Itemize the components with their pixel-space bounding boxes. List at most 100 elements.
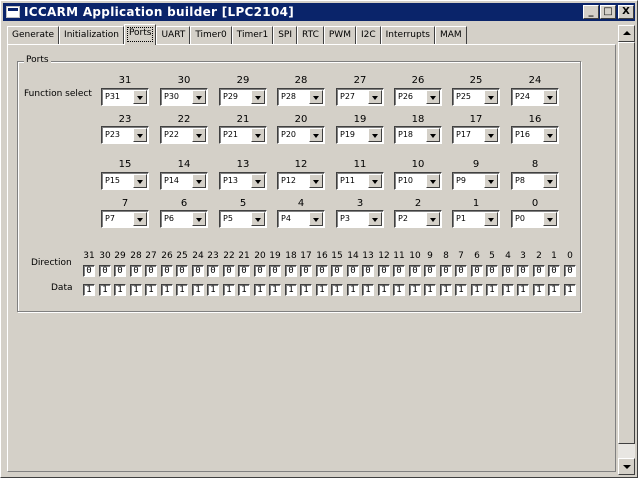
port-22-function-select[interactable]: P22 xyxy=(160,126,208,144)
port-7-function-select[interactable]: P7 xyxy=(101,210,149,228)
port-6-function-select[interactable]: P6 xyxy=(160,210,208,228)
port-11-function-select[interactable]: P11 xyxy=(336,172,384,190)
direction-bit-17[interactable]: 0 xyxy=(300,265,312,277)
direction-bit-13[interactable]: 0 xyxy=(362,265,374,277)
direction-bit-23[interactable]: 0 xyxy=(207,265,219,277)
direction-bit-3[interactable]: 0 xyxy=(517,265,529,277)
data-bit-19[interactable]: 1 xyxy=(269,284,281,296)
tab-rtc[interactable]: RTC xyxy=(297,26,324,45)
dropdown-arrow-icon[interactable] xyxy=(484,90,498,104)
data-bit-13[interactable]: 1 xyxy=(362,284,374,296)
close-button[interactable]: X xyxy=(618,5,634,19)
tab-timer1[interactable]: Timer1 xyxy=(231,26,274,45)
tab-mam[interactable]: MAM xyxy=(434,26,467,45)
direction-bit-30[interactable]: 0 xyxy=(99,265,111,277)
direction-bit-19[interactable]: 0 xyxy=(269,265,281,277)
direction-bit-31[interactable]: 0 xyxy=(83,265,95,277)
data-bit-23[interactable]: 1 xyxy=(207,284,219,296)
dropdown-arrow-icon[interactable] xyxy=(133,128,147,142)
data-bit-0[interactable]: 1 xyxy=(564,284,576,296)
data-bit-16[interactable]: 1 xyxy=(316,284,328,296)
port-30-function-select[interactable]: P30 xyxy=(160,88,208,106)
direction-bit-6[interactable]: 0 xyxy=(471,265,483,277)
data-bit-27[interactable]: 1 xyxy=(145,284,157,296)
port-20-function-select[interactable]: P20 xyxy=(277,126,325,144)
dropdown-arrow-icon[interactable] xyxy=(192,174,206,188)
data-bit-24[interactable]: 1 xyxy=(192,284,204,296)
dropdown-arrow-icon[interactable] xyxy=(426,128,440,142)
title-bar[interactable]: ICCARM Application builder [LPC2104] _ □… xyxy=(3,3,635,21)
data-bit-20[interactable]: 1 xyxy=(254,284,266,296)
port-17-function-select[interactable]: P17 xyxy=(452,126,500,144)
data-bit-3[interactable]: 1 xyxy=(517,284,529,296)
direction-bit-5[interactable]: 0 xyxy=(486,265,498,277)
port-26-function-select[interactable]: P26 xyxy=(394,88,442,106)
data-bit-30[interactable]: 1 xyxy=(99,284,111,296)
port-8-function-select[interactable]: P8 xyxy=(511,172,559,190)
dropdown-arrow-icon[interactable] xyxy=(192,90,206,104)
direction-bit-20[interactable]: 0 xyxy=(254,265,266,277)
dropdown-arrow-icon[interactable] xyxy=(133,174,147,188)
port-14-function-select[interactable]: P14 xyxy=(160,172,208,190)
scroll-thumb[interactable] xyxy=(618,42,635,444)
dropdown-arrow-icon[interactable] xyxy=(251,90,265,104)
data-bit-15[interactable]: 1 xyxy=(331,284,343,296)
tab-spi[interactable]: SPI xyxy=(273,26,298,45)
port-31-function-select[interactable]: P31 xyxy=(101,88,149,106)
port-0-function-select[interactable]: P0 xyxy=(511,210,559,228)
direction-bit-4[interactable]: 0 xyxy=(502,265,514,277)
port-21-function-select[interactable]: P21 xyxy=(219,126,267,144)
tab-pwm[interactable]: PWM xyxy=(323,26,356,45)
dropdown-arrow-icon[interactable] xyxy=(251,128,265,142)
port-12-function-select[interactable]: P12 xyxy=(277,172,325,190)
port-2-function-select[interactable]: P2 xyxy=(394,210,442,228)
data-bit-14[interactable]: 1 xyxy=(347,284,359,296)
tab-initialization[interactable]: Initialization xyxy=(59,26,124,45)
port-9-function-select[interactable]: P9 xyxy=(452,172,500,190)
data-bit-21[interactable]: 1 xyxy=(238,284,250,296)
data-bit-8[interactable]: 1 xyxy=(440,284,452,296)
tab-interrupts[interactable]: Interrupts xyxy=(380,26,435,45)
port-3-function-select[interactable]: P3 xyxy=(336,210,384,228)
scroll-down-button[interactable] xyxy=(618,458,635,475)
port-25-function-select[interactable]: P25 xyxy=(452,88,500,106)
tab-generate[interactable]: Generate xyxy=(7,26,60,45)
direction-bit-1[interactable]: 0 xyxy=(548,265,560,277)
dropdown-arrow-icon[interactable] xyxy=(309,128,323,142)
dropdown-arrow-icon[interactable] xyxy=(426,90,440,104)
dropdown-arrow-icon[interactable] xyxy=(309,90,323,104)
dropdown-arrow-icon[interactable] xyxy=(368,212,382,226)
minimize-button[interactable]: _ xyxy=(583,5,599,19)
maximize-button[interactable]: □ xyxy=(600,5,616,19)
dropdown-arrow-icon[interactable] xyxy=(426,212,440,226)
port-27-function-select[interactable]: P27 xyxy=(336,88,384,106)
port-29-function-select[interactable]: P29 xyxy=(219,88,267,106)
dropdown-arrow-icon[interactable] xyxy=(426,174,440,188)
data-bit-28[interactable]: 1 xyxy=(130,284,142,296)
dropdown-arrow-icon[interactable] xyxy=(543,90,557,104)
tab-uart[interactable]: UART xyxy=(156,26,191,45)
direction-bit-11[interactable]: 0 xyxy=(393,265,405,277)
direction-bit-28[interactable]: 0 xyxy=(130,265,142,277)
direction-bit-8[interactable]: 0 xyxy=(440,265,452,277)
port-18-function-select[interactable]: P18 xyxy=(394,126,442,144)
direction-bit-12[interactable]: 0 xyxy=(378,265,390,277)
port-23-function-select[interactable]: P23 xyxy=(101,126,149,144)
data-bit-6[interactable]: 1 xyxy=(471,284,483,296)
direction-bit-0[interactable]: 0 xyxy=(564,265,576,277)
vertical-scrollbar[interactable] xyxy=(618,25,635,475)
port-10-function-select[interactable]: P10 xyxy=(394,172,442,190)
data-bit-26[interactable]: 1 xyxy=(161,284,173,296)
dropdown-arrow-icon[interactable] xyxy=(484,174,498,188)
tab-ports[interactable]: Ports xyxy=(123,24,157,45)
direction-bit-24[interactable]: 0 xyxy=(192,265,204,277)
data-bit-31[interactable]: 1 xyxy=(83,284,95,296)
dropdown-arrow-icon[interactable] xyxy=(484,212,498,226)
direction-bit-26[interactable]: 0 xyxy=(161,265,173,277)
dropdown-arrow-icon[interactable] xyxy=(368,128,382,142)
direction-bit-27[interactable]: 0 xyxy=(145,265,157,277)
data-bit-11[interactable]: 1 xyxy=(393,284,405,296)
direction-bit-10[interactable]: 0 xyxy=(409,265,421,277)
direction-bit-16[interactable]: 0 xyxy=(316,265,328,277)
dropdown-arrow-icon[interactable] xyxy=(309,212,323,226)
